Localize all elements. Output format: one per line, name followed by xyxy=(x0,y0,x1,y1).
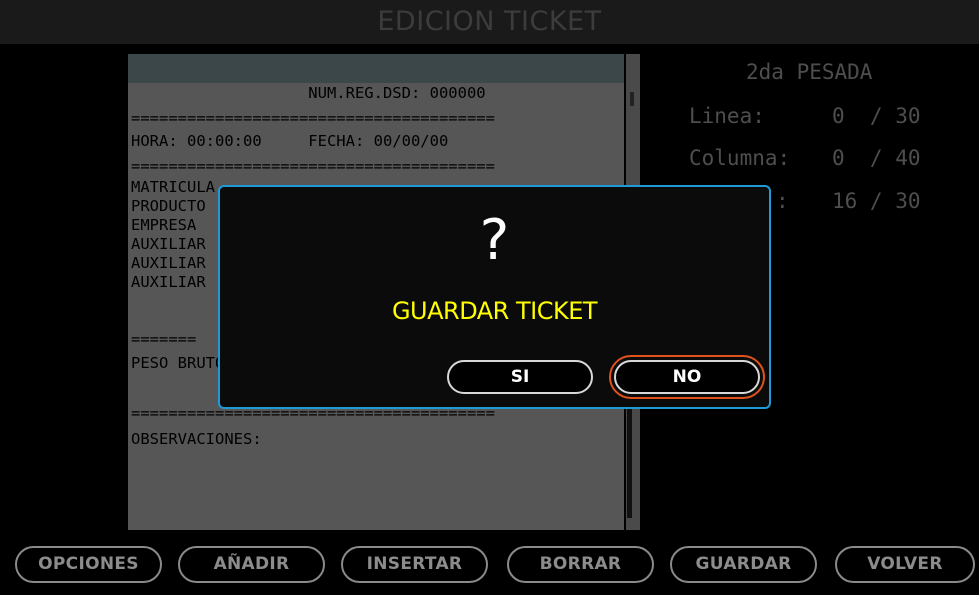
columna-value: 0 / 40 xyxy=(832,146,921,170)
ticket-line-11[interactable]: ======= xyxy=(131,330,196,348)
screen: EDICION TICKET NUM.REG.DSD: 000000 =====… xyxy=(0,0,979,595)
ticket-line-7[interactable]: EMPRESA xyxy=(131,216,196,234)
anadir-button[interactable]: AÑADIR xyxy=(178,546,325,583)
third-label: : xyxy=(776,189,789,213)
insertar-button[interactable]: INSERTAR xyxy=(341,546,488,583)
dialog-message: GUARDAR TICKET xyxy=(391,297,598,325)
third-value: 16 / 30 xyxy=(832,189,921,213)
confirm-dialog: ? GUARDAR TICKET SI NO xyxy=(218,185,771,409)
volver-button[interactable]: VOLVER xyxy=(835,546,975,583)
ticket-line-3[interactable]: HORA: 00:00:00 FECHA: 00/00/00 xyxy=(131,132,448,150)
scrollbar-thumb[interactable] xyxy=(630,92,634,106)
page-title: EDICION TICKET xyxy=(377,6,602,37)
borrar-button[interactable]: BORRAR xyxy=(507,546,654,583)
linea-value: 0 / 30 xyxy=(832,104,921,128)
ticket-line-2[interactable]: ======================================= xyxy=(131,109,495,127)
columna-label: Columna: xyxy=(689,146,791,170)
question-icon: ? xyxy=(479,208,510,273)
ticket-line-15[interactable]: OBSERVACIONES: xyxy=(131,430,262,448)
opciones-button[interactable]: OPCIONES xyxy=(15,546,162,583)
ticket-line-5[interactable]: MATRICULA xyxy=(131,178,215,196)
linea-label: Linea: xyxy=(689,104,765,128)
ticket-line-4[interactable]: ======================================= xyxy=(131,157,495,175)
no-button[interactable]: NO xyxy=(614,360,760,394)
ticket-line-6[interactable]: PRODUCTO xyxy=(131,197,206,215)
guardar-button[interactable]: GUARDAR xyxy=(670,546,817,583)
ticket-editor-topbar xyxy=(128,54,624,83)
ticket-line-10[interactable]: AUXILIAR xyxy=(131,273,206,291)
ticket-line-9[interactable]: AUXILIAR xyxy=(131,254,206,272)
header-bar: EDICION TICKET xyxy=(0,0,979,44)
ticket-line-1[interactable]: NUM.REG.DSD: 000000 xyxy=(131,84,485,102)
pass-heading: 2da PESADA xyxy=(746,60,873,84)
ticket-line-8[interactable]: AUXILIAR xyxy=(131,235,206,253)
ticket-line-12[interactable]: PESO BRUTO xyxy=(131,354,224,372)
yes-button[interactable]: SI xyxy=(447,360,593,394)
